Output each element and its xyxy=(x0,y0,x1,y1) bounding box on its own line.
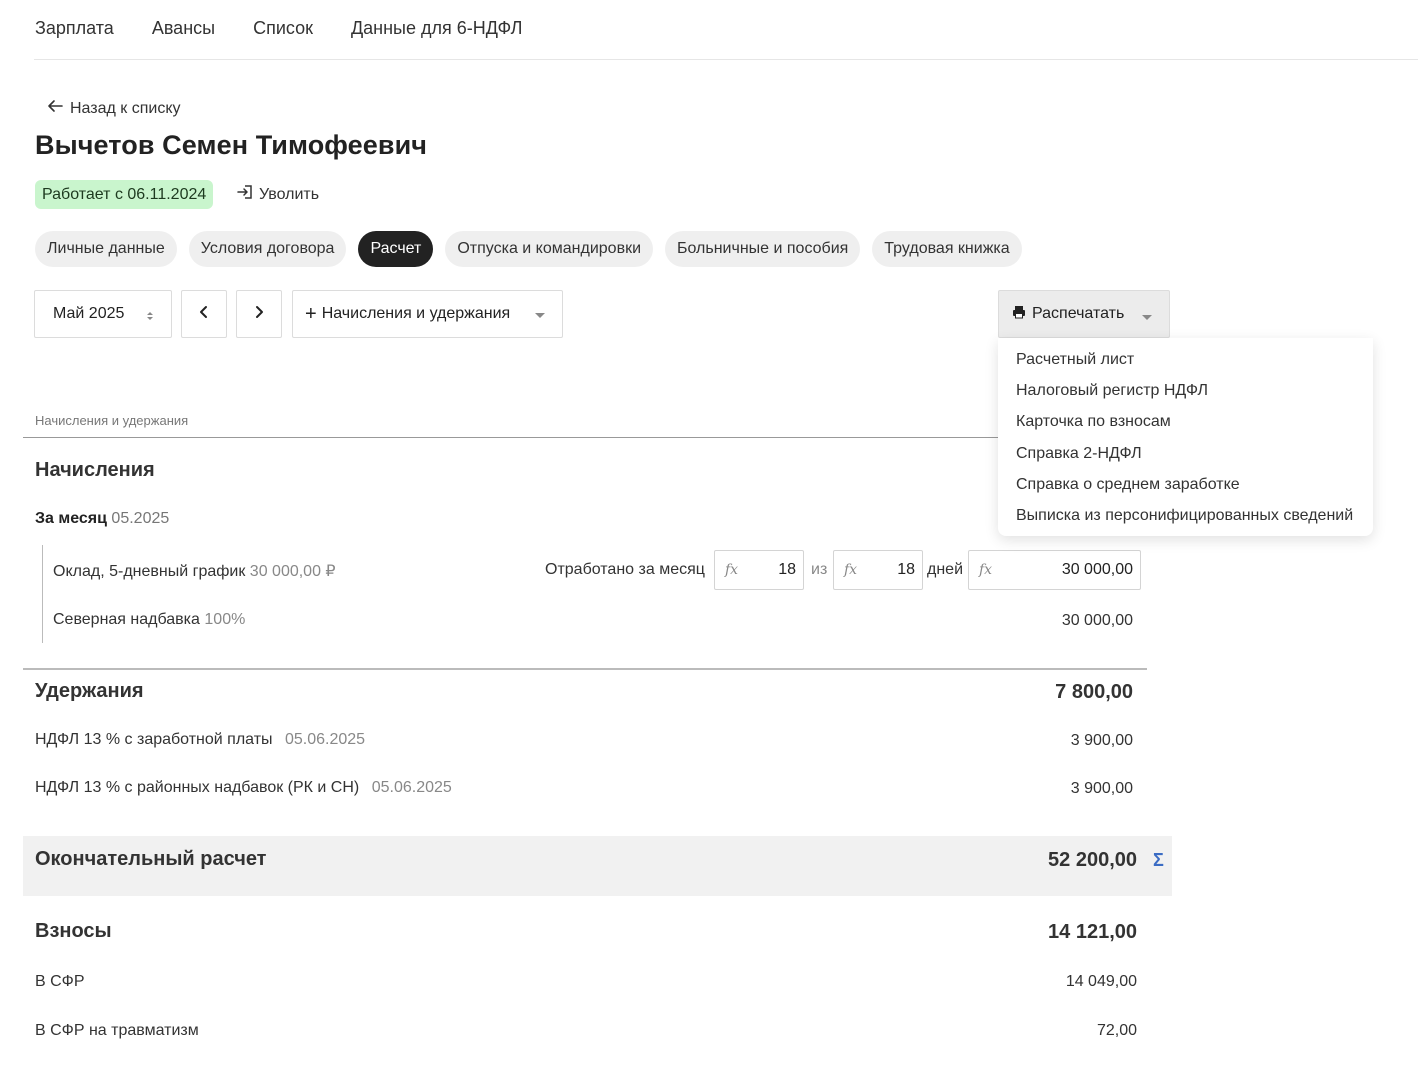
formula-icon: fx xyxy=(844,562,858,578)
topnav-salary[interactable]: Зарплата xyxy=(35,18,114,39)
section-divider xyxy=(23,668,1147,670)
deduction-name: НДФЛ 13 % с заработной платы xyxy=(35,731,273,748)
caret-down-icon xyxy=(1142,315,1152,320)
contribution-name: В СФР xyxy=(35,973,85,990)
contributions-heading: Взносы xyxy=(35,920,112,942)
section-caption: Начисления и удержания xyxy=(35,413,189,428)
final-heading: Окончательный расчет xyxy=(35,848,267,870)
salary-name: Оклад, 5-дневный график xyxy=(53,563,246,580)
contributions-total: 14 121,00 xyxy=(1048,921,1137,943)
page-title: Вычетов Семен Тимофеевич xyxy=(35,130,428,160)
back-to-list-link[interactable]: Назад к списку xyxy=(46,97,181,120)
accrual-group-line xyxy=(42,545,43,643)
back-link-label: Назад к списку xyxy=(70,99,181,117)
northern-name: Северная надбавка xyxy=(53,611,200,628)
worked-label: Отработано за месяц xyxy=(545,561,705,578)
top-navigation: Зарплата Авансы Список Данные для 6-НДФЛ xyxy=(34,0,1418,60)
formula-icon: fx xyxy=(725,562,739,578)
tab-vacations[interactable]: Отпуска и командировки xyxy=(445,231,653,267)
month-select[interactable]: Май 2025 xyxy=(34,290,172,338)
salary-amount-input[interactable]: fx 30 000,00 xyxy=(968,550,1141,590)
deductions-total: 7 800,00 xyxy=(1055,681,1133,703)
menu-item-2ndfl[interactable]: Справка 2-НДФЛ xyxy=(998,438,1373,469)
updown-icon xyxy=(146,309,154,327)
print-label: Распечатать xyxy=(1032,305,1125,322)
arrow-left-icon xyxy=(46,97,64,120)
deduction-row: НДФЛ 13 % с районных надбавок (РК и СН) … xyxy=(35,779,452,797)
month-value: Май 2025 xyxy=(53,305,125,322)
fire-label: Уволить xyxy=(259,185,320,203)
tab-work-book[interactable]: Трудовая книжка xyxy=(872,231,1022,267)
total-days-value: 18 xyxy=(897,561,915,578)
caret-down-icon xyxy=(535,313,545,318)
exit-icon xyxy=(236,183,254,206)
worked-days-value: 18 xyxy=(778,561,796,578)
period-label-title: За месяц xyxy=(35,510,107,527)
deductions-heading: Удержания xyxy=(35,680,144,702)
menu-item-contribution-card[interactable]: Карточка по взносам xyxy=(998,407,1373,438)
chevron-left-icon xyxy=(197,305,211,324)
tab-calculation[interactable]: Расчет xyxy=(358,231,434,267)
period-value: 05.2025 xyxy=(111,510,170,527)
menu-item-payslip[interactable]: Расчетный лист xyxy=(998,344,1373,375)
deduction-date: 05.06.2025 xyxy=(371,779,452,796)
print-dropdown-menu: Расчетный лист Налоговый регистр НДФЛ Ка… xyxy=(998,338,1373,536)
menu-item-average-earnings[interactable]: Справка о среднем заработке xyxy=(998,469,1373,500)
add-accrual-button[interactable]: + Начисления и удержания xyxy=(292,290,563,338)
topnav-list[interactable]: Список xyxy=(253,18,313,39)
northern-amount: 30 000,00 xyxy=(1061,612,1133,629)
salary-row-label: Оклад, 5-дневный график 30 000,00 ₽ xyxy=(53,561,336,581)
menu-item-personal-extract[interactable]: Выписка из персонифицированных сведений xyxy=(998,500,1373,531)
print-button[interactable]: Распечатать xyxy=(998,290,1170,338)
topnav-advances[interactable]: Авансы xyxy=(152,18,215,39)
worked-days-input[interactable]: fx 18 xyxy=(714,550,804,590)
next-month-button[interactable] xyxy=(236,290,282,338)
deduction-name: НДФЛ 13 % с районных надбавок (РК и СН) xyxy=(35,779,360,796)
menu-item-tax-register[interactable]: Налоговый регистр НДФЛ xyxy=(998,375,1373,406)
days-label: дней xyxy=(927,561,964,578)
salary-rate: 30 000,00 ₽ xyxy=(249,563,336,580)
printer-icon xyxy=(1012,305,1032,324)
of-label: из xyxy=(811,561,828,578)
caption-divider xyxy=(23,437,999,438)
deduction-row: НДФЛ 13 % с заработной платы 05.06.2025 xyxy=(35,731,365,749)
status-badge: Работает с 06.11.2024 xyxy=(35,180,214,209)
tab-personal-data[interactable]: Личные данные xyxy=(35,231,177,267)
accruals-heading: Начисления xyxy=(35,459,155,481)
northern-percent: 100% xyxy=(204,611,246,628)
add-accrual-label: Начисления и удержания xyxy=(321,305,511,322)
deduction-amount: 3 900,00 xyxy=(1070,732,1133,749)
contribution-amount: 14 049,00 xyxy=(1065,973,1137,990)
contribution-amount: 72,00 xyxy=(1096,1022,1137,1039)
chevron-right-icon xyxy=(252,305,266,324)
plus-icon: + xyxy=(305,303,317,325)
tab-sick-leave[interactable]: Больничные и пособия xyxy=(665,231,861,267)
formula-icon: fx xyxy=(979,562,993,578)
employee-tabs: Личные данные Условия договора Расчет От… xyxy=(35,231,1022,267)
salary-amount-value: 30 000,00 xyxy=(1061,561,1133,578)
previous-month-button[interactable] xyxy=(181,290,227,338)
topnav-6ndfl[interactable]: Данные для 6-НДФЛ xyxy=(351,18,522,39)
deduction-date: 05.06.2025 xyxy=(285,731,366,748)
fire-employee-button[interactable]: Уволить xyxy=(236,183,319,206)
sigma-icon[interactable]: Σ xyxy=(1153,850,1164,871)
final-total: 52 200,00 xyxy=(1048,849,1137,871)
northern-row-label: Северная надбавка 100% xyxy=(53,611,245,629)
tab-contract-terms[interactable]: Условия договора xyxy=(188,231,347,267)
total-days-input[interactable]: fx 18 xyxy=(833,550,923,590)
deduction-amount: 3 900,00 xyxy=(1070,780,1133,797)
contribution-name: В СФР на травматизм xyxy=(35,1022,199,1039)
period-label: За месяц 05.2025 xyxy=(35,510,169,528)
